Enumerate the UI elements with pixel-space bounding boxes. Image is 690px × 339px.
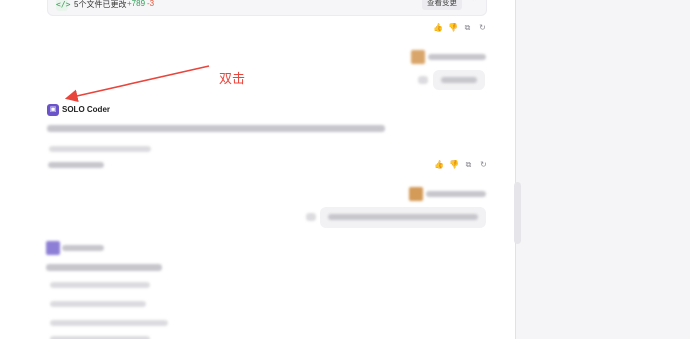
scrollbar-thumb[interactable] [514, 182, 521, 244]
annotation-label: 双击 [219, 72, 246, 87]
annotation-arrow [64, 65, 210, 103]
right-panel [515, 0, 690, 339]
chat-panel: </> 5个文件已更改 +789 -3 查看变更 ⌃ 👍 👎 ⧉ ↻ ▣ SOL… [0, 0, 515, 339]
